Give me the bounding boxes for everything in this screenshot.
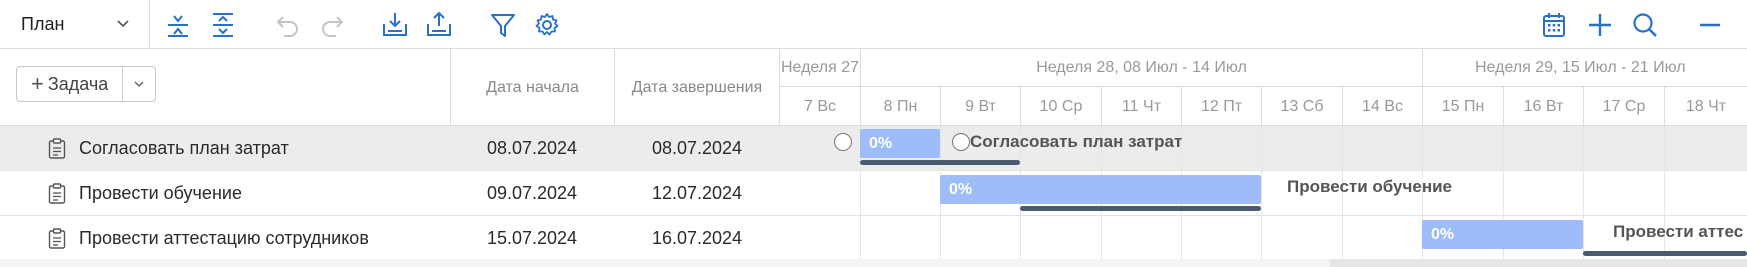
gantt-row bbox=[780, 171, 1747, 216]
calendar-icon[interactable] bbox=[1539, 10, 1569, 40]
task-end-date: 16.07.2024 bbox=[651, 228, 743, 248]
baseline-bar bbox=[860, 160, 1020, 165]
task-progress: 0% bbox=[949, 180, 973, 198]
column-header-start-date[interactable]: Дата начала bbox=[450, 49, 614, 126]
gantt-body: 0% Согласовать план затрат 0% Провести о… bbox=[780, 126, 1747, 267]
task-bar[interactable]: 0% bbox=[940, 175, 1261, 204]
table-row[interactable]: Провести обучение 09.07.2024 12.07.2024 bbox=[0, 171, 780, 216]
week-header: Неделя 27 bbox=[780, 59, 860, 76]
link-start-handle[interactable] bbox=[834, 133, 852, 151]
day-header: 7 Вс bbox=[803, 97, 836, 115]
chevron-down-icon bbox=[117, 20, 129, 28]
day-header: 17 Ср bbox=[1583, 87, 1664, 126]
column-header-end-date[interactable]: Дата завершения bbox=[614, 49, 780, 126]
day-header: 14 Вс bbox=[1342, 87, 1422, 126]
search-icon[interactable] bbox=[1630, 10, 1660, 40]
settings-icon[interactable] bbox=[532, 10, 562, 40]
grid-line bbox=[1583, 126, 1584, 261]
add-task-group: + Задача bbox=[16, 66, 157, 102]
zoom-out-icon[interactable] bbox=[1695, 10, 1725, 40]
task-clipboard-icon bbox=[48, 228, 66, 249]
add-task-dropdown[interactable] bbox=[123, 67, 155, 101]
week-header-row: Неделя 27 Неделя 28, 08 Июл - 14 Июл Нед… bbox=[780, 49, 1747, 87]
day-header: 18 Чт bbox=[1664, 87, 1747, 126]
task-clipboard-icon bbox=[48, 183, 66, 204]
task-clipboard-icon bbox=[48, 138, 66, 159]
task-bar-label: Провести обучение bbox=[1287, 177, 1453, 196]
week-header: Неделя 28, 08 Июл - 14 Июл bbox=[860, 49, 1422, 87]
zoom-in-icon[interactable] bbox=[1585, 10, 1615, 40]
task-bar[interactable]: 0% bbox=[1422, 220, 1583, 249]
day-header: 11 Чт bbox=[1101, 87, 1181, 126]
day-header: 16 Вт bbox=[1503, 87, 1583, 126]
baseline-bar bbox=[1583, 251, 1747, 256]
download-icon[interactable] bbox=[380, 10, 410, 40]
view-select[interactable]: План bbox=[0, 0, 150, 49]
day-header: 13 Сб bbox=[1261, 87, 1342, 126]
add-task-button[interactable]: + Задача bbox=[17, 67, 124, 101]
undo-icon[interactable] bbox=[273, 10, 303, 40]
task-name: Провести обучение bbox=[79, 183, 242, 203]
task-progress: 0% bbox=[1431, 225, 1455, 243]
day-header: 12 Пт bbox=[1181, 87, 1261, 126]
table-row[interactable]: Провести аттестацию сотрудников 15.07.20… bbox=[0, 216, 780, 261]
day-header: 9 Вт bbox=[940, 87, 1020, 126]
baseline-bar bbox=[1020, 206, 1261, 211]
table-row[interactable]: Согласовать план затрат 08.07.2024 08.07… bbox=[0, 126, 780, 171]
day-header: 8 Пн bbox=[860, 87, 940, 126]
grid-line bbox=[1261, 126, 1262, 261]
task-name: Провести аттестацию сотрудников bbox=[79, 228, 369, 248]
week-header: Неделя 29, 15 Июл - 21 Июл bbox=[1422, 49, 1747, 87]
day-header: 15 Пн bbox=[1422, 87, 1503, 126]
day-header: 10 Ср bbox=[1020, 87, 1101, 126]
task-start-date: 09.07.2024 bbox=[486, 183, 578, 203]
link-end-handle[interactable] bbox=[952, 133, 970, 151]
horizontal-scrollbar[interactable] bbox=[1330, 259, 1747, 267]
task-end-date: 12.07.2024 bbox=[651, 183, 743, 203]
plus-icon: + bbox=[31, 71, 44, 96]
grid-scrollbar-track bbox=[0, 259, 1330, 267]
day-header-row: 7 Вс 8 Пн 9 Вт 10 Ср 11 Чт 12 Пт 13 Сб 1… bbox=[780, 87, 1747, 126]
view-select-label: План bbox=[21, 14, 65, 34]
task-bar-label: Согласовать план затрат bbox=[970, 132, 1183, 151]
task-end-date: 08.07.2024 bbox=[651, 138, 743, 158]
toolbar: План bbox=[0, 0, 1747, 49]
task-start-date: 08.07.2024 bbox=[486, 138, 578, 158]
task-progress: 0% bbox=[869, 134, 893, 152]
upload-icon[interactable] bbox=[424, 10, 454, 40]
task-name: Согласовать план затрат bbox=[79, 138, 289, 158]
filter-icon[interactable] bbox=[488, 10, 518, 40]
add-task-label: Задача bbox=[47, 73, 109, 94]
redo-icon[interactable] bbox=[317, 10, 347, 40]
task-bar-label: Провести аттес bbox=[1613, 222, 1744, 241]
chevron-down-icon bbox=[134, 81, 144, 88]
collapse-all-icon[interactable] bbox=[163, 10, 193, 40]
task-start-date: 15.07.2024 bbox=[486, 228, 578, 248]
gantt-chart: Неделя 27 Неделя 28, 08 Июл - 14 Июл Нед… bbox=[780, 49, 1747, 267]
task-bar[interactable]: 0% bbox=[860, 129, 940, 158]
grid-header: + Задача Дата начала Дата завершения bbox=[0, 49, 780, 126]
expand-all-icon[interactable] bbox=[208, 10, 238, 40]
